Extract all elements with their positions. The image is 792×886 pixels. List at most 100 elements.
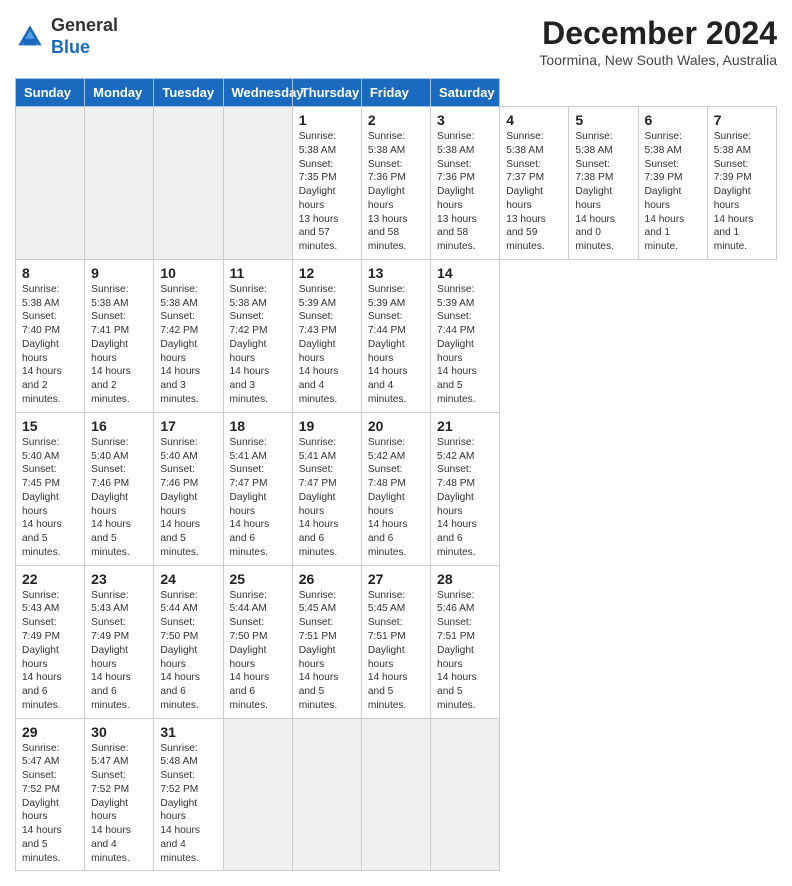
calendar-cell: 4 Sunrise: 5:38 AMSunset: 7:37 PMDayligh…	[500, 107, 569, 260]
day-number: 1	[299, 112, 355, 128]
calendar-cell: 3 Sunrise: 5:38 AMSunset: 7:36 PMDayligh…	[431, 107, 500, 260]
cell-info: Sunrise: 5:45 AMSunset: 7:51 PMDaylight …	[299, 589, 355, 713]
location: Toormina, New South Wales, Australia	[539, 52, 777, 68]
day-number: 29	[22, 724, 78, 740]
title-block: December 2024 Toormina, New South Wales,…	[539, 15, 777, 68]
day-number: 13	[368, 265, 424, 281]
day-number: 12	[299, 265, 355, 281]
cell-info: Sunrise: 5:43 AMSunset: 7:49 PMDaylight …	[91, 589, 147, 713]
cell-info: Sunrise: 5:38 AMSunset: 7:36 PMDaylight …	[368, 130, 424, 254]
calendar-cell: 21 Sunrise: 5:42 AMSunset: 7:48 PMDaylig…	[431, 412, 500, 565]
cell-info: Sunrise: 5:38 AMSunset: 7:35 PMDaylight …	[299, 130, 355, 254]
day-number: 17	[160, 418, 216, 434]
cell-info: Sunrise: 5:47 AMSunset: 7:52 PMDaylight …	[22, 742, 78, 866]
day-number: 15	[22, 418, 78, 434]
day-number: 9	[91, 265, 147, 281]
calendar-cell	[431, 718, 500, 871]
cell-info: Sunrise: 5:48 AMSunset: 7:52 PMDaylight …	[160, 742, 216, 866]
cell-info: Sunrise: 5:39 AMSunset: 7:43 PMDaylight …	[299, 283, 355, 407]
day-header-wednesday: Wednesday	[223, 79, 292, 107]
cell-info: Sunrise: 5:40 AMSunset: 7:46 PMDaylight …	[160, 436, 216, 560]
calendar-cell: 22 Sunrise: 5:43 AMSunset: 7:49 PMDaylig…	[16, 565, 85, 718]
cell-info: Sunrise: 5:41 AMSunset: 7:47 PMDaylight …	[230, 436, 286, 560]
cell-info: Sunrise: 5:40 AMSunset: 7:45 PMDaylight …	[22, 436, 78, 560]
calendar-cell: 10 Sunrise: 5:38 AMSunset: 7:42 PMDaylig…	[154, 259, 223, 412]
calendar-cell: 19 Sunrise: 5:41 AMSunset: 7:47 PMDaylig…	[292, 412, 361, 565]
day-number: 23	[91, 571, 147, 587]
day-number: 31	[160, 724, 216, 740]
calendar-cell	[292, 718, 361, 871]
calendar-cell: 5 Sunrise: 5:38 AMSunset: 7:38 PMDayligh…	[569, 107, 638, 260]
calendar-cell: 14 Sunrise: 5:39 AMSunset: 7:44 PMDaylig…	[431, 259, 500, 412]
calendar-cell	[223, 107, 292, 260]
calendar-cell: 18 Sunrise: 5:41 AMSunset: 7:47 PMDaylig…	[223, 412, 292, 565]
calendar-cell: 30 Sunrise: 5:47 AMSunset: 7:52 PMDaylig…	[85, 718, 154, 871]
calendar-cell: 13 Sunrise: 5:39 AMSunset: 7:44 PMDaylig…	[361, 259, 430, 412]
cell-info: Sunrise: 5:45 AMSunset: 7:51 PMDaylight …	[368, 589, 424, 713]
cell-info: Sunrise: 5:38 AMSunset: 7:39 PMDaylight …	[645, 130, 701, 254]
calendar-cell: 29 Sunrise: 5:47 AMSunset: 7:52 PMDaylig…	[16, 718, 85, 871]
cell-info: Sunrise: 5:44 AMSunset: 7:50 PMDaylight …	[160, 589, 216, 713]
calendar-cell	[223, 718, 292, 871]
cell-info: Sunrise: 5:44 AMSunset: 7:50 PMDaylight …	[230, 589, 286, 713]
day-number: 16	[91, 418, 147, 434]
day-number: 25	[230, 571, 286, 587]
calendar-cell: 11 Sunrise: 5:38 AMSunset: 7:42 PMDaylig…	[223, 259, 292, 412]
day-number: 6	[645, 112, 701, 128]
day-number: 11	[230, 265, 286, 281]
day-number: 27	[368, 571, 424, 587]
day-number: 22	[22, 571, 78, 587]
day-number: 14	[437, 265, 493, 281]
day-header-saturday: Saturday	[431, 79, 500, 107]
cell-info: Sunrise: 5:42 AMSunset: 7:48 PMDaylight …	[437, 436, 493, 560]
calendar-cell: 7 Sunrise: 5:38 AMSunset: 7:39 PMDayligh…	[707, 107, 776, 260]
calendar-cell: 17 Sunrise: 5:40 AMSunset: 7:46 PMDaylig…	[154, 412, 223, 565]
calendar-cell: 23 Sunrise: 5:43 AMSunset: 7:49 PMDaylig…	[85, 565, 154, 718]
calendar-cell: 20 Sunrise: 5:42 AMSunset: 7:48 PMDaylig…	[361, 412, 430, 565]
calendar-cell: 16 Sunrise: 5:40 AMSunset: 7:46 PMDaylig…	[85, 412, 154, 565]
calendar-cell: 1 Sunrise: 5:38 AMSunset: 7:35 PMDayligh…	[292, 107, 361, 260]
day-number: 19	[299, 418, 355, 434]
day-number: 7	[714, 112, 770, 128]
calendar-cell: 24 Sunrise: 5:44 AMSunset: 7:50 PMDaylig…	[154, 565, 223, 718]
day-number: 26	[299, 571, 355, 587]
logo: General Blue	[15, 15, 118, 58]
month-title: December 2024	[539, 15, 777, 52]
day-number: 2	[368, 112, 424, 128]
calendar-cell: 28 Sunrise: 5:46 AMSunset: 7:51 PMDaylig…	[431, 565, 500, 718]
day-number: 5	[575, 112, 631, 128]
calendar-cell: 8 Sunrise: 5:38 AMSunset: 7:40 PMDayligh…	[16, 259, 85, 412]
day-number: 24	[160, 571, 216, 587]
calendar-table: SundayMondayTuesdayWednesdayThursdayFrid…	[15, 78, 777, 871]
cell-info: Sunrise: 5:39 AMSunset: 7:44 PMDaylight …	[437, 283, 493, 407]
calendar-cell	[16, 107, 85, 260]
day-header-sunday: Sunday	[16, 79, 85, 107]
calendar-cell: 27 Sunrise: 5:45 AMSunset: 7:51 PMDaylig…	[361, 565, 430, 718]
day-header-thursday: Thursday	[292, 79, 361, 107]
cell-info: Sunrise: 5:38 AMSunset: 7:41 PMDaylight …	[91, 283, 147, 407]
calendar-cell: 26 Sunrise: 5:45 AMSunset: 7:51 PMDaylig…	[292, 565, 361, 718]
page-header: General Blue December 2024 Toormina, New…	[15, 15, 777, 68]
day-number: 4	[506, 112, 562, 128]
day-number: 20	[368, 418, 424, 434]
day-header-monday: Monday	[85, 79, 154, 107]
cell-info: Sunrise: 5:46 AMSunset: 7:51 PMDaylight …	[437, 589, 493, 713]
logo-text: General Blue	[51, 15, 118, 58]
cell-info: Sunrise: 5:38 AMSunset: 7:40 PMDaylight …	[22, 283, 78, 407]
logo-icon	[15, 22, 45, 52]
cell-info: Sunrise: 5:38 AMSunset: 7:42 PMDaylight …	[160, 283, 216, 407]
cell-info: Sunrise: 5:38 AMSunset: 7:36 PMDaylight …	[437, 130, 493, 254]
day-number: 30	[91, 724, 147, 740]
day-number: 21	[437, 418, 493, 434]
calendar-cell: 9 Sunrise: 5:38 AMSunset: 7:41 PMDayligh…	[85, 259, 154, 412]
calendar-cell: 31 Sunrise: 5:48 AMSunset: 7:52 PMDaylig…	[154, 718, 223, 871]
day-number: 18	[230, 418, 286, 434]
cell-info: Sunrise: 5:43 AMSunset: 7:49 PMDaylight …	[22, 589, 78, 713]
calendar-cell: 2 Sunrise: 5:38 AMSunset: 7:36 PMDayligh…	[361, 107, 430, 260]
day-number: 28	[437, 571, 493, 587]
cell-info: Sunrise: 5:41 AMSunset: 7:47 PMDaylight …	[299, 436, 355, 560]
day-header-tuesday: Tuesday	[154, 79, 223, 107]
cell-info: Sunrise: 5:42 AMSunset: 7:48 PMDaylight …	[368, 436, 424, 560]
cell-info: Sunrise: 5:38 AMSunset: 7:42 PMDaylight …	[230, 283, 286, 407]
cell-info: Sunrise: 5:47 AMSunset: 7:52 PMDaylight …	[91, 742, 147, 866]
